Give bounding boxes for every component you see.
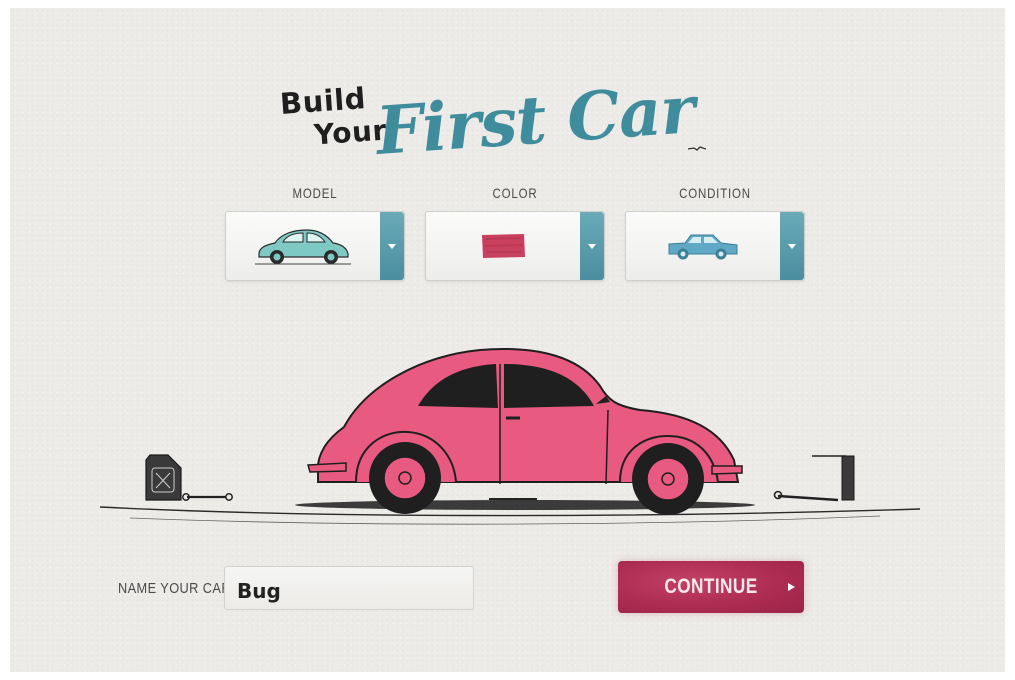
condition-preview: [626, 212, 780, 280]
continue-button-label: CONTINUE: [664, 575, 758, 598]
model-selector[interactable]: [225, 211, 405, 281]
continue-button[interactable]: CONTINUE: [618, 561, 804, 613]
condition-selector[interactable]: [625, 211, 805, 281]
title-swoosh-icon: [688, 146, 706, 151]
blue-sedan-car-icon: [668, 234, 738, 260]
turquoise-beetle-car-icon: [255, 229, 351, 265]
color-dropdown-button[interactable]: [580, 212, 604, 280]
name-your-car-label: NAME YOUR CAR: [118, 580, 231, 597]
chevron-down-icon: [588, 244, 596, 249]
color-label: COLOR: [492, 185, 538, 201]
model-preview: [226, 212, 380, 280]
chevron-right-icon: [788, 583, 795, 591]
model-dropdown-button[interactable]: [380, 212, 404, 280]
color-preview: [426, 212, 580, 280]
chevron-down-icon: [788, 244, 796, 249]
title-build: Build: [278, 81, 367, 121]
condition-dropdown-button[interactable]: [780, 212, 804, 280]
car-name-input[interactable]: [224, 566, 474, 610]
color-selector[interactable]: [425, 211, 605, 281]
chevron-down-icon: [388, 244, 396, 249]
pink-color-swatch-icon: [482, 234, 525, 258]
model-label: MODEL: [292, 185, 338, 201]
condition-label: CONDITION: [679, 185, 751, 201]
